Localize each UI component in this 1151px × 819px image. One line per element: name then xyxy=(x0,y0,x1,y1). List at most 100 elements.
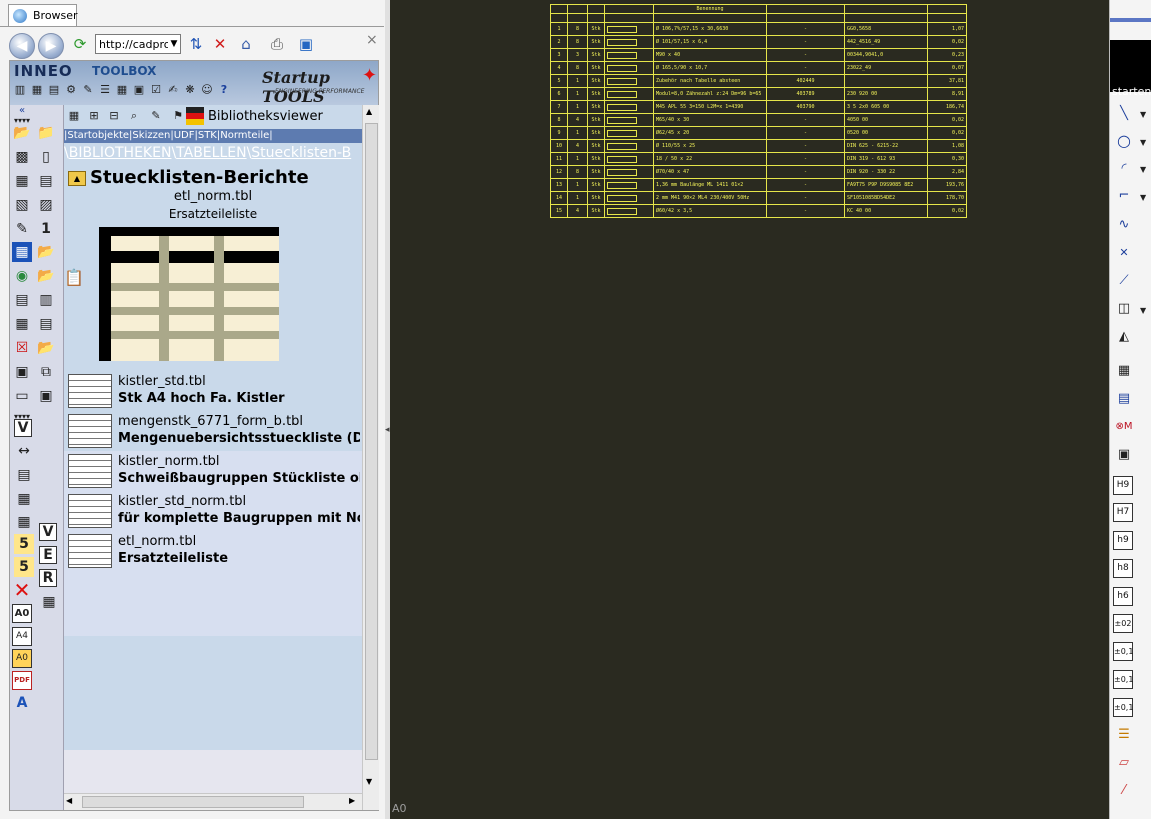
folder-icon[interactable]: 📁 xyxy=(36,123,56,143)
folder-up-icon[interactable]: ▲ xyxy=(68,171,86,186)
tolerance-01-button[interactable]: ±0,1 xyxy=(1113,642,1133,661)
support-icon[interactable]: ☺ xyxy=(200,83,214,97)
cross-icon[interactable]: ✕ xyxy=(12,580,32,600)
close-icon[interactable]: × xyxy=(366,32,378,48)
color-grid-icon[interactable]: ▦ xyxy=(67,109,81,123)
note-icon[interactable]: ▤ xyxy=(14,465,34,485)
tolerance-02-button[interactable]: ±02 xyxy=(1113,614,1133,633)
splitter-arrow-icon[interactable]: ◂ xyxy=(385,425,390,435)
folder-globe-icon[interactable]: 📂 xyxy=(36,266,56,286)
tab-browser[interactable]: Browser xyxy=(8,4,78,27)
arc-tool-icon[interactable]: ◜ xyxy=(1113,159,1135,179)
url-dropdown-icon[interactable]: ▼ xyxy=(168,35,180,53)
tolerance-h6-button[interactable]: h6 xyxy=(1113,587,1133,606)
assembly-icon[interactable]: ▦ xyxy=(12,171,32,191)
table-tool-icon[interactable]: ▦ xyxy=(1113,361,1135,381)
stop-icon[interactable]: ✕ xyxy=(210,34,230,54)
image-icon[interactable]: ▣ xyxy=(132,83,146,97)
horizontal-scrollbar[interactable]: ◀ ▶ xyxy=(64,793,362,810)
breadcrumb-stuecklisten[interactable]: Stuecklisten-B xyxy=(251,145,351,161)
pencil-icon[interactable]: ✎ xyxy=(12,219,32,239)
print-icon[interactable]: ⎙ xyxy=(267,34,287,54)
scroll-left-icon[interactable]: ◀ xyxy=(66,796,72,805)
font-icon[interactable]: A xyxy=(12,693,32,713)
grid-box-icon[interactable]: ▦ xyxy=(39,592,59,612)
doc-edit-icon[interactable]: ▨ xyxy=(36,195,56,215)
e-box-icon[interactable]: E xyxy=(39,546,57,564)
scroll-down-icon[interactable]: ▼ xyxy=(366,777,372,786)
slash-tool-icon[interactable]: ⁄ xyxy=(1113,781,1135,801)
forward-button[interactable]: ▶ xyxy=(38,33,64,59)
offset-tool-dropdown-icon[interactable]: ▼ xyxy=(1140,306,1146,315)
layer-tool-icon[interactable]: ▤ xyxy=(1113,389,1135,409)
user-doc-icon[interactable]: ▣ xyxy=(12,362,32,382)
monitor-doc-icon[interactable]: ▣ xyxy=(36,386,56,406)
r-box-icon[interactable]: R xyxy=(39,569,57,587)
five-icon[interactable]: 5 xyxy=(14,534,34,554)
datum-tool-icon[interactable]: ⊗M xyxy=(1113,417,1135,437)
calc-icon[interactable]: ▦ xyxy=(12,314,32,334)
tolerance-01-asym-button[interactable]: ±0,1 xyxy=(1113,698,1133,717)
german-flag-icon[interactable] xyxy=(186,107,204,125)
delete-icon[interactable]: ☒ xyxy=(12,338,32,358)
edit-icon[interactable]: ✎ xyxy=(149,109,163,123)
dimension-icon[interactable]: ↔ xyxy=(14,441,34,461)
monitor-icon[interactable]: ▭ xyxy=(12,386,32,406)
help-icon[interactable]: ? xyxy=(217,83,231,97)
offset-tool-icon[interactable]: ◫ xyxy=(1113,299,1135,319)
line-tool-icon[interactable]: ╲ xyxy=(1113,104,1135,124)
clipboard-icon[interactable]: 📋 xyxy=(64,268,86,290)
part-icon[interactable]: ▩ xyxy=(12,147,32,167)
check-doc-icon[interactable]: ☑ xyxy=(149,83,163,97)
tolerance-01-sym-button[interactable]: ±0,1 xyxy=(1113,670,1133,689)
table-icon[interactable]: ▦ xyxy=(115,83,129,97)
stack-tool-icon[interactable]: ☰ xyxy=(1113,725,1135,745)
stack-icon[interactable]: ▥ xyxy=(36,290,56,310)
fillet-tool-dropdown-icon[interactable]: ▼ xyxy=(1140,193,1146,202)
edit-table-icon[interactable]: ▣ xyxy=(1113,445,1135,465)
scroll-right-icon[interactable]: ▶ xyxy=(349,796,355,805)
edit-doc-icon[interactable]: ✍ xyxy=(166,83,180,97)
list-item[interactable]: kistler_std.tbl Stk A4 hoch Fa. Kistler xyxy=(68,374,368,410)
horizontal-scroll-thumb[interactable] xyxy=(82,796,304,808)
circle-tool-dropdown-icon[interactable]: ▼ xyxy=(1140,138,1146,147)
parallelogram-tool-icon[interactable]: ▱ xyxy=(1113,753,1135,773)
v-box-icon[interactable]: V xyxy=(14,419,32,437)
a0-icon[interactable]: A0 xyxy=(12,604,32,623)
back-button[interactable]: ◀ xyxy=(9,33,35,59)
grid-icon[interactable]: ▦ xyxy=(30,83,44,97)
pdf-icon[interactable]: PDF xyxy=(12,671,32,690)
breadcrumb-bibliotheken[interactable]: BIBLIOTHEKEN xyxy=(69,145,172,161)
list-item[interactable]: kistler_std_norm.tbl für komplette Baugr… xyxy=(68,494,368,530)
a0-print-icon[interactable]: A0 xyxy=(12,649,32,668)
tree-node-icon[interactable]: ⊟ xyxy=(107,109,121,123)
breadcrumb-tabellen[interactable]: TABELLEN xyxy=(176,145,246,161)
globe-icon[interactable]: ◉ xyxy=(12,266,32,286)
tolerance-h7-button[interactable]: H7 xyxy=(1113,503,1133,522)
search-doc-icon[interactable]: ⌕ xyxy=(127,109,141,123)
list-item[interactable]: mengenstk_6771_form_b.tbl Mengenuebersic… xyxy=(68,414,368,450)
flag-icon[interactable]: ⚑ xyxy=(171,109,185,123)
list-doc-icon[interactable]: ▤ xyxy=(36,314,56,334)
mirror-tool-icon[interactable]: ◭ xyxy=(1113,327,1135,347)
category-links[interactable]: |Startobjekte|Skizzen|UDF|STK|Normteile| xyxy=(64,129,362,143)
folder-open-icon[interactable]: 📂 xyxy=(12,123,32,143)
save-icon[interactable]: ▣ xyxy=(296,34,316,54)
scroll-up-icon[interactable]: ▲ xyxy=(366,107,372,116)
v-box-icon-2[interactable]: V xyxy=(39,523,57,541)
number-one-icon[interactable]: 1 xyxy=(36,219,56,239)
list-item[interactable]: kistler_norm.tbl Schweißbaugruppen Stück… xyxy=(68,454,368,490)
fillet-tool-icon[interactable]: ⌐ xyxy=(1113,186,1135,206)
list-icon[interactable]: ▤ xyxy=(12,290,32,310)
network-icon[interactable]: ❋ xyxy=(183,83,197,97)
settings-icon[interactable]: ⚙ xyxy=(64,83,78,97)
tolerance-h9-lower-button[interactable]: h9 xyxy=(1113,531,1133,550)
arc-tool-dropdown-icon[interactable]: ▼ xyxy=(1140,165,1146,174)
tolerance-h8-button[interactable]: h8 xyxy=(1113,559,1133,578)
spline-tool-icon[interactable]: ∿ xyxy=(1113,215,1135,235)
home-icon[interactable]: ⌂ xyxy=(236,34,256,54)
tree-view-icon[interactable]: ⊞ xyxy=(87,109,101,123)
tools-icon[interactable]: ✎ xyxy=(81,83,95,97)
table-small-icon[interactable]: ▦ xyxy=(14,489,34,509)
layout-icon[interactable]: ▥ xyxy=(13,83,27,97)
